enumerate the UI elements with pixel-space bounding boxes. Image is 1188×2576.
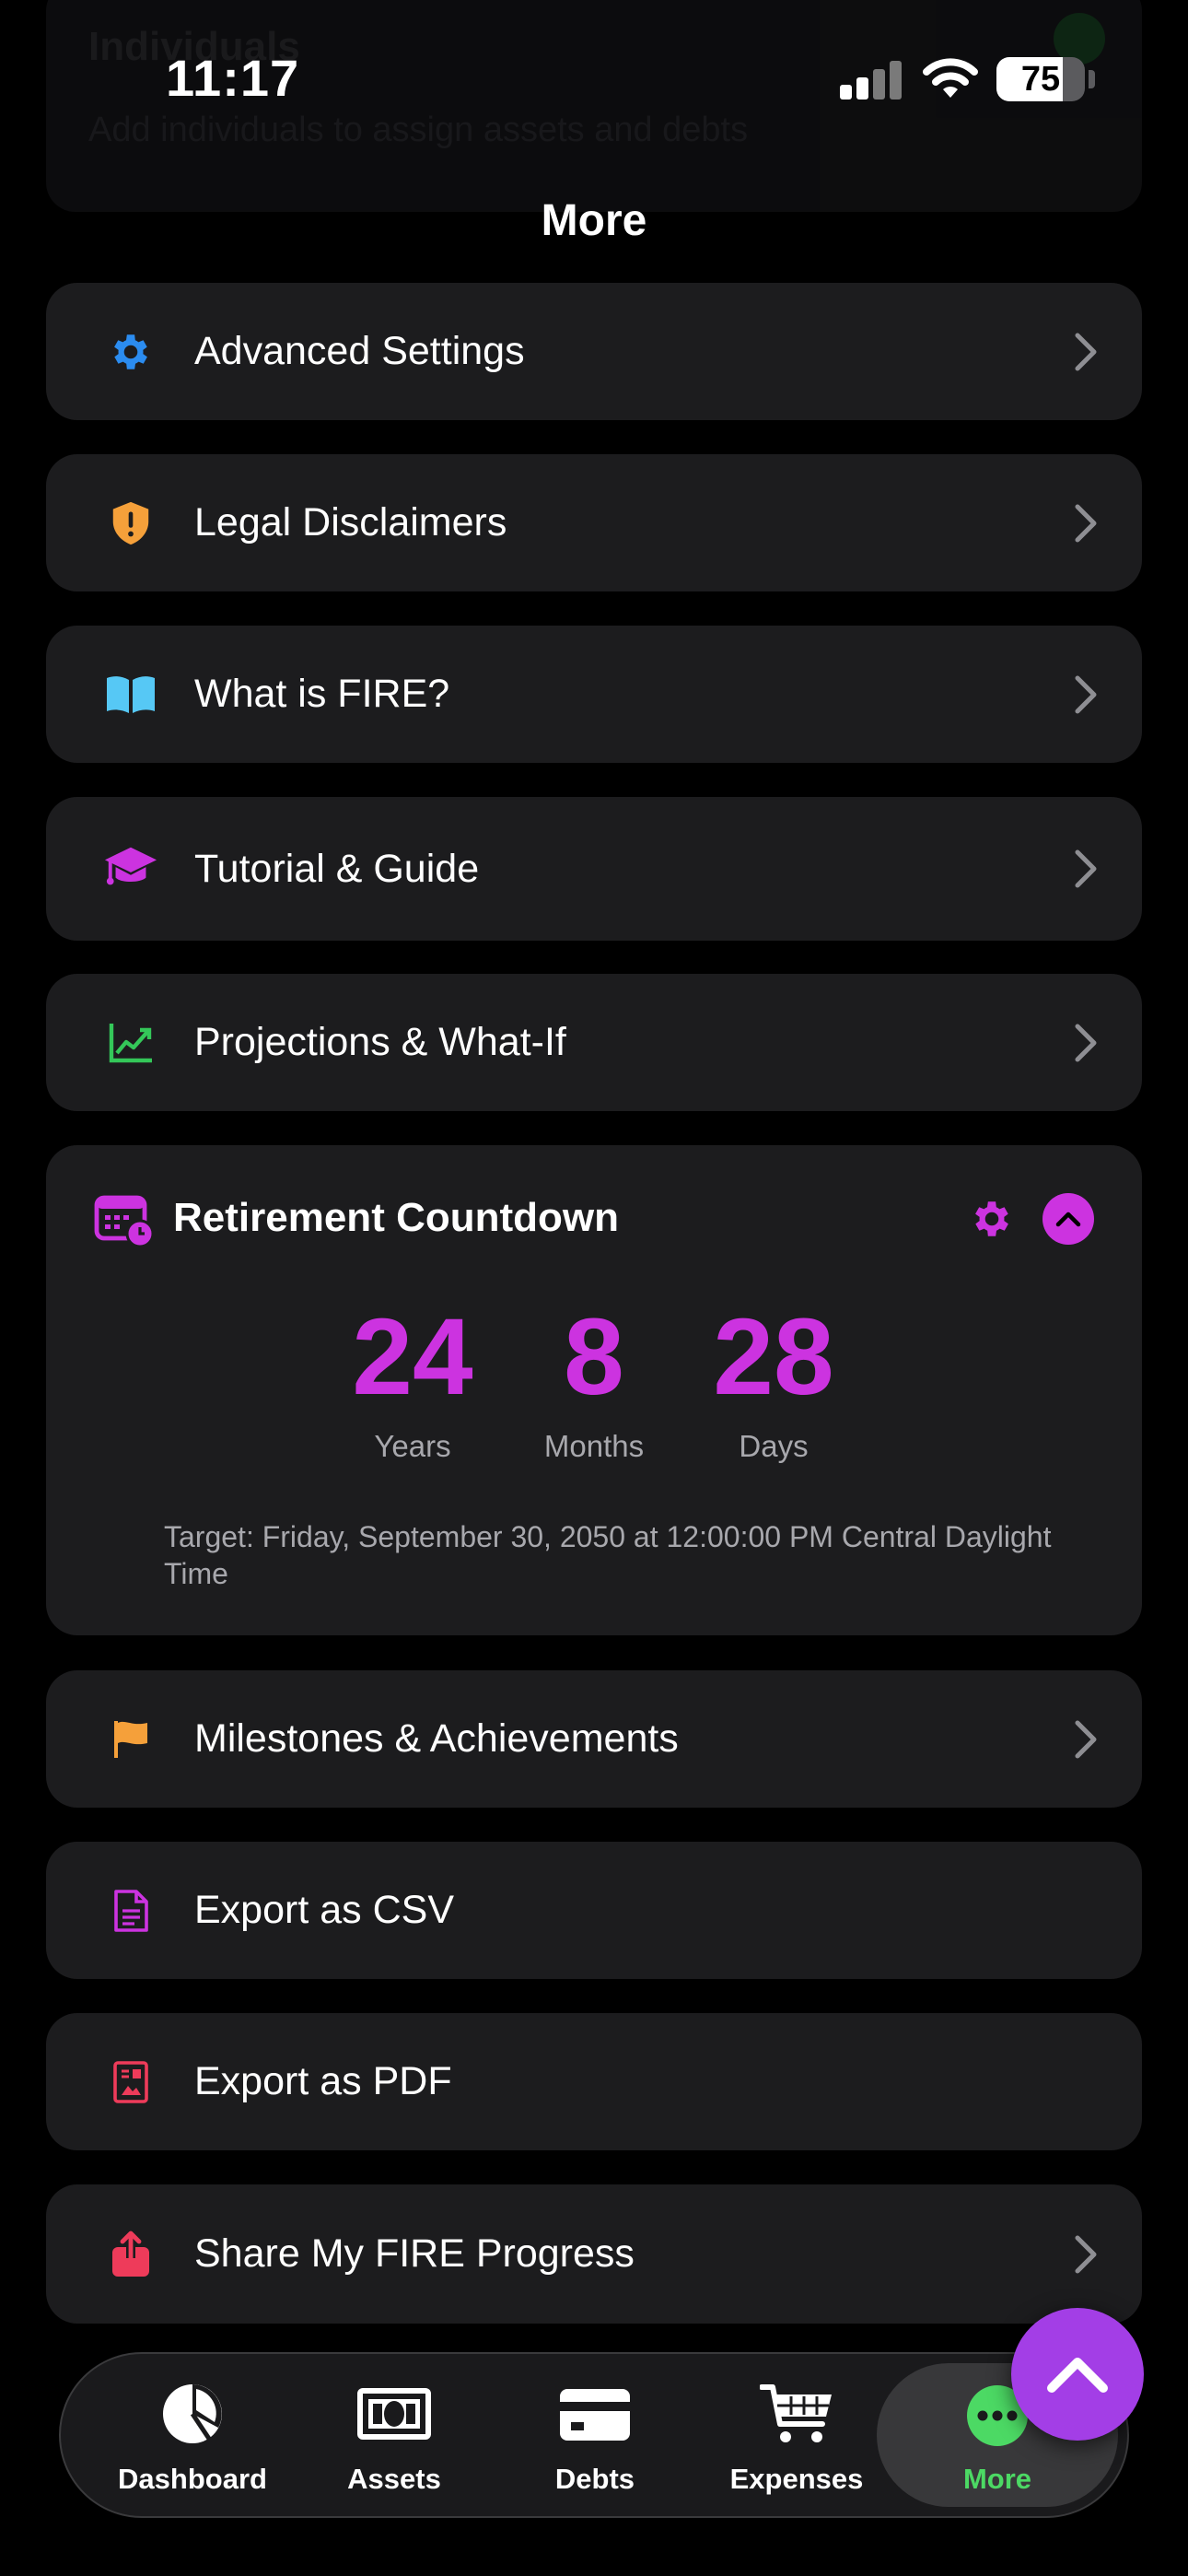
share-fire-progress-label: Share My FIRE Progress bbox=[194, 2231, 635, 2276]
days-value: 28 bbox=[713, 1296, 834, 1418]
tab-debts[interactable]: Debts bbox=[498, 2354, 692, 2516]
milestones-achievements-row[interactable]: Milestones & Achievements bbox=[46, 1670, 1142, 1808]
status-time: 11:17 bbox=[166, 49, 300, 107]
retirement-countdown-card: Retirement Countdown 24 Years 8 Months 2… bbox=[46, 1145, 1142, 1635]
book-icon bbox=[103, 667, 158, 722]
what-is-fire-row[interactable]: What is FIRE? bbox=[46, 626, 1142, 763]
years-label: Years bbox=[374, 1429, 451, 1463]
chevron-up-icon bbox=[1047, 2358, 1108, 2393]
battery-percent: 75 bbox=[1020, 60, 1061, 99]
countdown-months: 8 Months bbox=[525, 1302, 663, 1464]
countdown-title: Retirement Countdown bbox=[173, 1195, 619, 1240]
chevron-right-icon bbox=[1075, 849, 1097, 888]
months-value: 8 bbox=[564, 1296, 624, 1418]
share-fire-progress-row[interactable]: Share My FIRE Progress bbox=[46, 2184, 1142, 2324]
what-is-fire-label: What is FIRE? bbox=[194, 672, 450, 716]
tab-expenses[interactable]: Expenses bbox=[700, 2354, 893, 2516]
pie-chart-icon bbox=[163, 2384, 222, 2443]
credit-card-icon bbox=[560, 2389, 630, 2441]
chevron-right-icon bbox=[1075, 1024, 1097, 1061]
countdown-target-date: Target: Friday, September 30, 2050 at 12… bbox=[164, 1520, 1052, 1590]
chart-line-icon bbox=[103, 1015, 158, 1071]
status-bar: 11:17 75 bbox=[0, 0, 1188, 157]
battery-tip bbox=[1089, 70, 1095, 88]
scroll-to-top-button[interactable] bbox=[1011, 2308, 1144, 2441]
cart-icon bbox=[760, 2384, 832, 2442]
milestones-achievements-label: Milestones & Achievements bbox=[194, 1716, 679, 1761]
tab-dashboard[interactable]: Dashboard bbox=[96, 2354, 289, 2516]
export-csv-label: Export as CSV bbox=[194, 1888, 454, 1932]
tab-dashboard-label: Dashboard bbox=[118, 2463, 267, 2495]
projections-what-if-row[interactable]: Projections & What-If bbox=[46, 974, 1142, 1111]
tab-bar: Dashboard Assets Debts Expenses More bbox=[59, 2352, 1129, 2518]
tab-expenses-label: Expenses bbox=[729, 2463, 864, 2495]
calendar-clock-icon bbox=[94, 1195, 155, 1247]
tab-more-label: More bbox=[962, 2463, 1032, 2495]
months-label: Months bbox=[543, 1429, 645, 1463]
chevron-right-icon bbox=[1075, 1720, 1097, 1758]
collapse-button[interactable] bbox=[1042, 1193, 1094, 1245]
chevron-right-icon bbox=[1075, 504, 1097, 542]
share-icon bbox=[103, 2227, 158, 2282]
chevron-up-icon bbox=[1055, 1212, 1081, 1227]
document-icon bbox=[103, 1883, 158, 1938]
tab-debts-label: Debts bbox=[554, 2463, 635, 2495]
advanced-settings-label: Advanced Settings bbox=[194, 329, 525, 373]
wifi-icon bbox=[923, 58, 978, 98]
shield-exclamation-icon bbox=[103, 496, 158, 551]
chevron-right-icon bbox=[1075, 2235, 1097, 2273]
countdown-days: 28 Days bbox=[695, 1302, 852, 1464]
countdown-values: 24 Years 8 Months 28 Days bbox=[46, 1302, 1142, 1463]
legal-disclaimers-row[interactable]: Legal Disclaimers bbox=[46, 454, 1142, 591]
legal-disclaimers-label: Legal Disclaimers bbox=[194, 500, 507, 544]
tutorial-guide-label: Tutorial & Guide bbox=[194, 846, 480, 891]
battery-icon: 75 bbox=[996, 57, 1085, 101]
tab-assets-label: Assets bbox=[347, 2463, 441, 2495]
countdown-years: 24 Years bbox=[334, 1302, 491, 1464]
days-label: Days bbox=[739, 1429, 809, 1463]
countdown-settings-gear-icon[interactable] bbox=[969, 1196, 1015, 1242]
pdf-document-icon bbox=[103, 2055, 158, 2110]
export-pdf-row[interactable]: Export as PDF bbox=[46, 2013, 1142, 2150]
banknote-icon bbox=[357, 2388, 431, 2440]
chevron-right-icon bbox=[1075, 333, 1097, 370]
cellular-signal-icon bbox=[840, 61, 903, 100]
tutorial-guide-row[interactable]: Tutorial & Guide bbox=[46, 797, 1142, 941]
export-pdf-label: Export as PDF bbox=[194, 2059, 452, 2103]
page-title: More bbox=[541, 196, 647, 245]
advanced-settings-row[interactable]: Advanced Settings bbox=[46, 283, 1142, 420]
flag-icon bbox=[103, 1712, 158, 1767]
tab-assets[interactable]: Assets bbox=[297, 2354, 491, 2516]
years-value: 24 bbox=[352, 1296, 473, 1418]
chevron-right-icon bbox=[1075, 675, 1097, 713]
graduation-cap-icon bbox=[103, 841, 158, 896]
export-csv-row[interactable]: Export as CSV bbox=[46, 1842, 1142, 1979]
gear-icon bbox=[103, 324, 158, 380]
projections-what-if-label: Projections & What-If bbox=[194, 1020, 566, 1064]
